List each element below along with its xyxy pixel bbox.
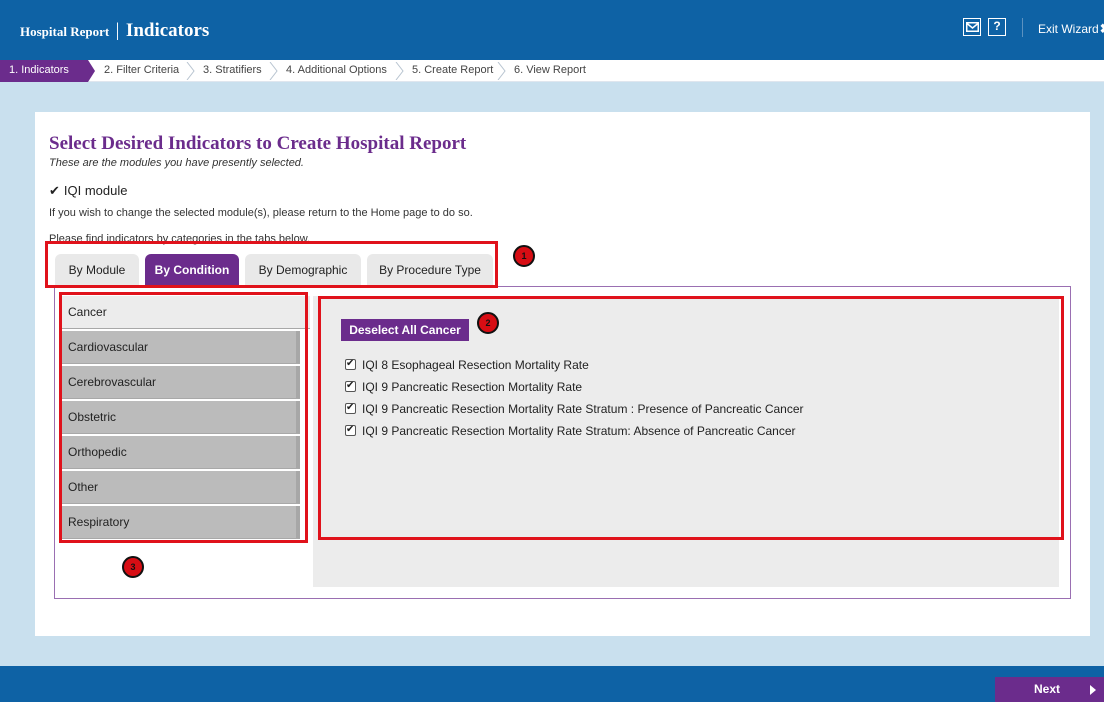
title-small: Hospital Report xyxy=(20,24,110,39)
change-module-note: If you wish to change the selected modul… xyxy=(49,207,473,219)
chevron-right-icon xyxy=(497,62,506,80)
step-indicators[interactable]: 1. Indicators xyxy=(0,60,95,82)
module-label: IQI module xyxy=(63,183,128,198)
annotation-box-categories xyxy=(59,292,308,543)
section-subheading: These are the modules you have presently… xyxy=(49,157,304,169)
annotation-badge-2: 2 xyxy=(477,312,499,334)
step-additional-options[interactable]: 4. Additional Options xyxy=(286,60,387,82)
annotation-badge-3: 3 xyxy=(122,556,144,578)
app-footer xyxy=(0,666,1104,702)
page-title: Hospital Report | Indicators xyxy=(20,20,209,42)
checkmark-icon: ✔ xyxy=(49,183,60,198)
section-heading: Select Desired Indicators to Create Hosp… xyxy=(49,133,467,154)
exit-wizard-button[interactable]: Exit Wizard✖ xyxy=(1038,21,1104,37)
exit-wizard-label: Exit Wizard xyxy=(1038,22,1099,36)
title-separator: | xyxy=(115,20,120,41)
step-stratifiers[interactable]: 3. Stratifiers xyxy=(203,60,262,82)
help-icon[interactable]: ? xyxy=(988,18,1006,36)
annotation-badge-1: 1 xyxy=(513,245,535,267)
arrow-right-icon xyxy=(1090,685,1096,695)
next-label: Next xyxy=(1034,682,1061,696)
chevron-right-icon xyxy=(186,62,195,80)
next-button[interactable]: Next xyxy=(995,677,1104,702)
step-filter-criteria[interactable]: 2. Filter Criteria xyxy=(104,60,179,82)
annotation-box-indicators xyxy=(318,296,1064,540)
annotation-box-tabs xyxy=(45,241,498,288)
header-divider xyxy=(1022,18,1023,37)
step-create-report[interactable]: 5. Create Report xyxy=(412,60,493,82)
step-view-report[interactable]: 6. View Report xyxy=(514,60,586,82)
wizard-steps: 1. Indicators 2. Filter Criteria 3. Stra… xyxy=(0,60,1104,82)
chevron-right-icon xyxy=(395,62,404,80)
app-header: Hospital Report | Indicators ? Exit Wiza… xyxy=(0,0,1104,60)
title-big: Indicators xyxy=(125,20,210,41)
chevron-right-icon xyxy=(269,62,278,80)
close-icon: ✖ xyxy=(1100,21,1104,36)
selected-module: ✔ IQI module xyxy=(49,183,128,199)
envelope-icon[interactable] xyxy=(963,18,981,36)
